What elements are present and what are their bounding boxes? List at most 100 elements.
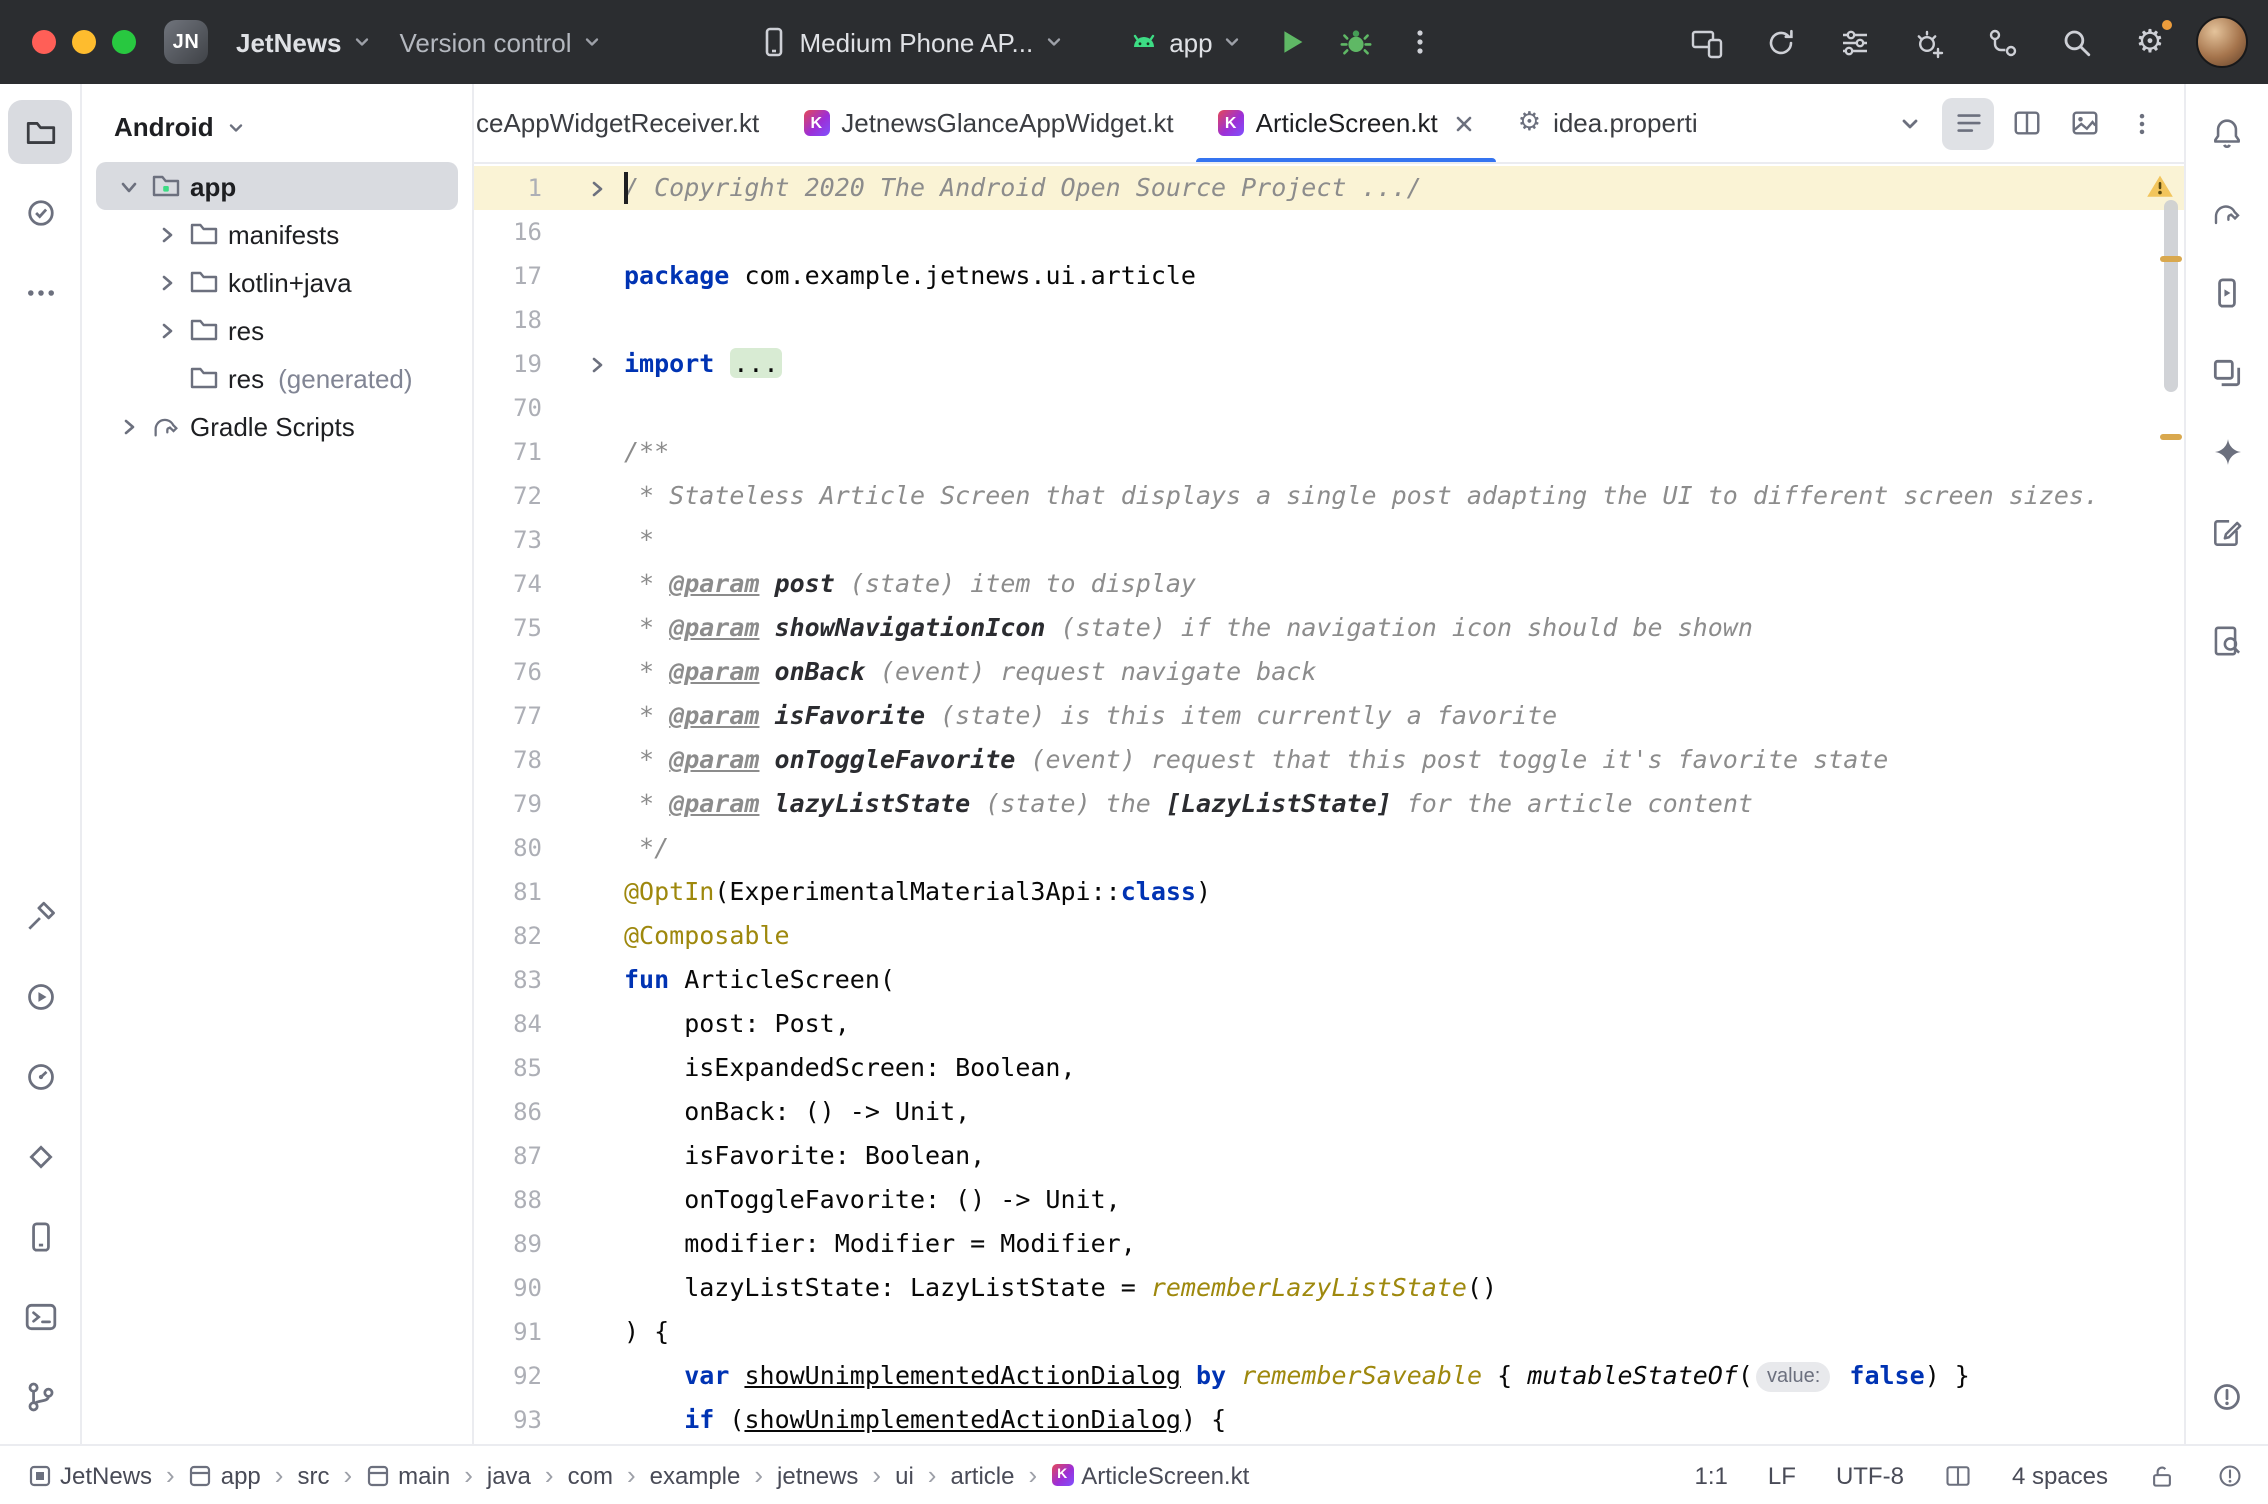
breadcrumb-jetnews[interactable]: jetnews (777, 1461, 858, 1489)
project-tool-button[interactable] (8, 100, 72, 164)
app-inspection-tool-button[interactable] (8, 1124, 72, 1188)
tree-item-gradle-scripts[interactable]: Gradle Scripts (96, 402, 458, 450)
chevron-right-icon[interactable] (154, 225, 180, 243)
terminal-tool-button[interactable] (8, 1284, 72, 1348)
breadcrumb-jetnews[interactable]: JetNews (28, 1461, 152, 1489)
breadcrumb-main[interactable]: main (366, 1461, 450, 1489)
code-line-75[interactable]: 75 * @param showNavigationIcon (state) i… (474, 606, 2184, 650)
code-line-78[interactable]: 78 * @param onToggleFavorite (event) req… (474, 738, 2184, 782)
problems-indicator-icon[interactable] (2195, 1364, 2259, 1428)
breadcrumb-com[interactable]: com (568, 1461, 613, 1489)
chevron-right-icon[interactable] (154, 321, 180, 339)
live-edit-tool-button[interactable] (2195, 500, 2259, 564)
code-line-93[interactable]: 93 if (showUnimplementedActionDialog) { (474, 1398, 2184, 1442)
build-variants-tool-button[interactable] (2195, 340, 2259, 404)
reader-mode-icon[interactable] (1944, 1461, 1972, 1489)
tree-item-res-generated[interactable]: res(generated) (96, 354, 458, 402)
breadcrumb-java[interactable]: java (487, 1461, 531, 1489)
editor-tab-ceappwidgetreceiver-kt[interactable]: ceAppWidgetReceiver.kt (474, 84, 781, 162)
code-line-74[interactable]: 74 * @param post (state) item to display (474, 562, 2184, 606)
code-line-90[interactable]: 90 lazyListState: LazyListState = rememb… (474, 1266, 2184, 1310)
code-line-92[interactable]: 92 var showUnimplementedActionDialog by … (474, 1354, 2184, 1398)
split-view-button[interactable] (2000, 97, 2052, 149)
chevron-right-icon[interactable] (116, 417, 142, 435)
editor-tab-jetnewsglanceappwidget-kt[interactable]: KJetnewsGlanceAppWidget.kt (781, 84, 1195, 162)
search-everywhere-icon[interactable] (2048, 14, 2104, 70)
breadcrumb-articlescreen-kt[interactable]: KArticleScreen.kt (1051, 1461, 1249, 1489)
line-separator-widget[interactable]: LF (1768, 1461, 1796, 1489)
run-tool-button[interactable] (8, 964, 72, 1028)
more-tool-windows-button[interactable] (8, 260, 72, 324)
design-view-button[interactable] (2058, 97, 2110, 149)
settings-gear-icon[interactable]: ⚙ (2122, 14, 2178, 70)
fold-region-icon[interactable] (542, 342, 624, 386)
code-line-86[interactable]: 86 onBack: () -> Unit, (474, 1090, 2184, 1134)
encoding-widget[interactable]: UTF-8 (1836, 1461, 1904, 1489)
editor-scrollbar[interactable] (2164, 200, 2178, 392)
code-line-19[interactable]: 19import ... (474, 342, 2184, 386)
write-access-lock-icon[interactable] (2148, 1461, 2176, 1489)
code-line-79[interactable]: 79 * @param lazyListState (state) the [L… (474, 782, 2184, 826)
tab-list-chevron-icon[interactable] (1884, 97, 1936, 149)
code-line-87[interactable]: 87 isFavorite: Boolean, (474, 1134, 2184, 1178)
code-line-1[interactable]: 1/ Copyright 2020 The Android Open Sourc… (474, 166, 2184, 210)
minimize-window-button[interactable] (72, 30, 96, 54)
version-control-tool-button[interactable] (8, 1364, 72, 1428)
editor-tab-articlescreen-kt[interactable]: KArticleScreen.kt (1196, 84, 1496, 162)
warning-stripe-mark[interactable] (2160, 256, 2182, 262)
chevron-right-icon[interactable] (154, 273, 180, 291)
attach-debugger-icon[interactable] (1900, 14, 1956, 70)
user-avatar[interactable] (2196, 16, 2248, 68)
inlay-hint[interactable]: value: (1757, 1362, 1830, 1392)
breadcrumb-app[interactable]: app (189, 1461, 261, 1489)
tree-item-res[interactable]: res (96, 306, 458, 354)
profiler-tool-button[interactable] (8, 1044, 72, 1108)
debug-button[interactable] (1329, 14, 1385, 70)
device-mirroring-icon[interactable] (1678, 14, 1734, 70)
code-line-82[interactable]: 82@Composable (474, 914, 2184, 958)
close-tab-icon[interactable] (1454, 113, 1474, 133)
chevron-down-icon[interactable] (116, 177, 142, 195)
code-line-71[interactable]: 71/** (474, 430, 2184, 474)
code-line-72[interactable]: 72 * Stateless Article Screen that displ… (474, 474, 2184, 518)
code-line-88[interactable]: 88 onToggleFavorite: () -> Unit, (474, 1178, 2184, 1222)
problems-indicator-icon[interactable] (2216, 1461, 2244, 1489)
device-manager-tool-button[interactable] (8, 1204, 72, 1268)
code-view-button[interactable] (1942, 97, 1994, 149)
vcs-widget[interactable]: Version control (386, 19, 616, 65)
code-line-17[interactable]: 17package com.example.jetnews.ui.article (474, 254, 2184, 298)
tree-item-manifests[interactable]: manifests (96, 210, 458, 258)
breadcrumb-example[interactable]: example (650, 1461, 741, 1489)
sync-project-icon[interactable] (1752, 14, 1808, 70)
commit-tool-button[interactable] (8, 180, 72, 244)
code-line-70[interactable]: 70 (474, 386, 2184, 430)
warning-stripe-mark[interactable] (2160, 434, 2182, 440)
app-quality-insights-tool-button[interactable] (2195, 608, 2259, 672)
editor-tab-idea-properti[interactable]: ⚙idea.properti (1496, 84, 1720, 162)
run-configuration-selector[interactable]: app (1113, 18, 1256, 66)
indent-widget[interactable]: 4 spaces (2012, 1461, 2108, 1489)
code-line-77[interactable]: 77 * @param isFavorite (state) is this i… (474, 694, 2184, 738)
code-editor[interactable]: 1/ Copyright 2020 The Android Open Sourc… (474, 164, 2184, 1444)
code-line-84[interactable]: 84 post: Post, (474, 1002, 2184, 1046)
caret-position-widget[interactable]: 1:1 (1695, 1461, 1728, 1489)
code-line-16[interactable]: 16 (474, 210, 2184, 254)
project-widget[interactable]: JetNews (222, 19, 386, 65)
gradle-tool-button[interactable] (2195, 180, 2259, 244)
code-line-18[interactable]: 18 (474, 298, 2184, 342)
breadcrumb-src[interactable]: src (297, 1461, 329, 1489)
breadcrumb-ui[interactable]: ui (895, 1461, 914, 1489)
code-line-80[interactable]: 80 */ (474, 826, 2184, 870)
editor-more-kebab[interactable] (2116, 97, 2168, 149)
running-devices-tool-button[interactable] (2195, 260, 2259, 324)
build-tool-button[interactable] (8, 884, 72, 948)
code-line-91[interactable]: 91) { (474, 1310, 2184, 1354)
build-variants-filter-icon[interactable] (1826, 14, 1882, 70)
gemini-tool-button[interactable] (2195, 420, 2259, 484)
code-line-81[interactable]: 81@OptIn(ExperimentalMaterial3Api::class… (474, 870, 2184, 914)
more-actions-kebab[interactable] (1393, 14, 1449, 70)
code-line-85[interactable]: 85 isExpandedScreen: Boolean, (474, 1046, 2184, 1090)
close-window-button[interactable] (32, 30, 56, 54)
project-view-selector[interactable]: Android (82, 100, 472, 162)
fullscreen-window-button[interactable] (112, 30, 136, 54)
